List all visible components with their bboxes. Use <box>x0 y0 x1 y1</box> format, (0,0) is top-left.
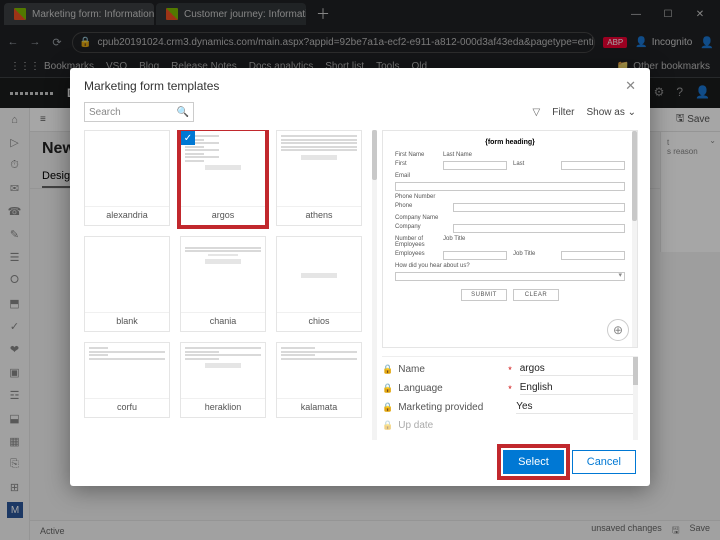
prop-value[interactable]: English <box>520 382 638 395</box>
template-card-blank[interactable]: blank <box>84 236 170 332</box>
template-card-argos[interactable]: ✓ argos <box>180 130 266 226</box>
lock-icon: 🔒 <box>382 402 393 413</box>
preview-input <box>453 224 625 233</box>
prop-value[interactable]: argos <box>520 363 638 376</box>
template-card-corfu[interactable]: corfu <box>84 342 170 418</box>
modal-overlay: Marketing form templates ✕ Search 🔍 ▽ Fi… <box>0 0 720 540</box>
prop-row-language: 🔒Language*English <box>382 382 638 395</box>
preview-input <box>561 251 625 260</box>
prop-row-update: 🔒Up date <box>382 420 638 431</box>
preview-column: {form heading} First NameLast Name First… <box>382 130 638 440</box>
preview-input <box>395 182 625 191</box>
template-card-heraklion[interactable]: heraklion <box>180 342 266 418</box>
zoom-icon[interactable]: ⊕ <box>607 319 629 341</box>
preview-input <box>443 251 507 260</box>
template-card-chios[interactable]: chios <box>276 236 362 332</box>
lock-icon: 🔒 <box>382 364 393 375</box>
template-card-athens[interactable]: athens <box>276 130 362 226</box>
template-card-alexandria[interactable]: alexandria <box>84 130 170 226</box>
modal-title: Marketing form templates <box>84 79 219 93</box>
preview-submit: SUBMIT <box>461 289 507 301</box>
modal-footer: Select Cancel <box>70 440 650 486</box>
filter-button[interactable]: Filter <box>552 107 574 118</box>
search-icon[interactable]: 🔍 <box>177 107 189 118</box>
template-picker-modal: Marketing form templates ✕ Search 🔍 ▽ Fi… <box>70 68 650 486</box>
preview-clear: CLEAR <box>513 289 559 301</box>
scrollbar[interactable] <box>372 130 377 440</box>
preview-heading: {form heading} <box>395 139 625 146</box>
search-placeholder: Search <box>89 107 121 118</box>
scrollbar[interactable] <box>632 131 637 347</box>
lock-icon: 🔒 <box>382 383 393 394</box>
scrollbar[interactable] <box>633 357 638 440</box>
preview-input <box>453 203 625 212</box>
modal-toolbar: Search 🔍 ▽ Filter Show as ⌄ <box>70 98 650 130</box>
prop-value[interactable]: Yes <box>516 401 638 414</box>
prop-row-name: 🔒Name*argos <box>382 363 638 376</box>
chevron-down-icon: ⌄ <box>628 107 636 118</box>
template-card-kalamata[interactable]: kalamata <box>276 342 362 418</box>
filter-icon[interactable]: ▽ <box>533 107 541 118</box>
modal-close-icon[interactable]: ✕ <box>625 78 636 94</box>
prop-row-marketing: 🔒Marketing providedYes <box>382 401 638 414</box>
select-button[interactable]: Select <box>503 450 564 474</box>
template-card-chania[interactable]: chania <box>180 236 266 332</box>
preview-select <box>395 272 625 281</box>
show-as-button[interactable]: Show as ⌄ <box>586 107 636 118</box>
check-icon: ✓ <box>181 131 195 145</box>
preview-input <box>561 161 625 170</box>
template-preview: {form heading} First NameLast Name First… <box>382 130 638 348</box>
template-gallery: alexandria ✓ argos athens blank chania c… <box>84 130 374 440</box>
preview-input <box>443 161 507 170</box>
modal-header: Marketing form templates ✕ <box>70 68 650 98</box>
search-input[interactable]: Search 🔍 <box>84 102 194 122</box>
cancel-button[interactable]: Cancel <box>572 450 636 474</box>
modal-body: alexandria ✓ argos athens blank chania c… <box>70 130 650 440</box>
template-properties: 🔒Name*argos 🔒Language*English 🔒Marketing… <box>382 356 638 440</box>
lock-icon: 🔒 <box>382 420 393 431</box>
